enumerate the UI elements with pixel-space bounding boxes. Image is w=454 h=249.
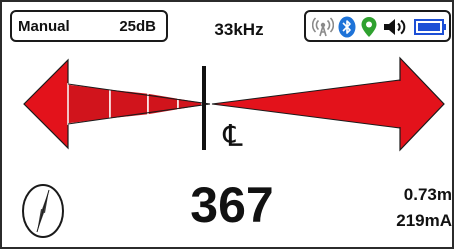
signal-strength-value: 367	[190, 177, 274, 233]
left-arrow-head	[23, 58, 69, 150]
centerline-symbol: ℄	[223, 119, 243, 154]
locator-display: Manual 25dB 33kHz ℄ 367 0.73m 219mA	[0, 0, 454, 249]
right-arrow-head	[399, 56, 445, 152]
left-arrow-segment-2	[109, 88, 149, 120]
compass-icon	[22, 184, 64, 238]
current-value: 219mA	[396, 211, 452, 230]
left-guidance-arrow	[23, 58, 211, 150]
center-line-marker	[202, 66, 206, 150]
depth-value: 0.73m	[403, 185, 452, 204]
left-arrow-segment-1	[67, 83, 111, 125]
